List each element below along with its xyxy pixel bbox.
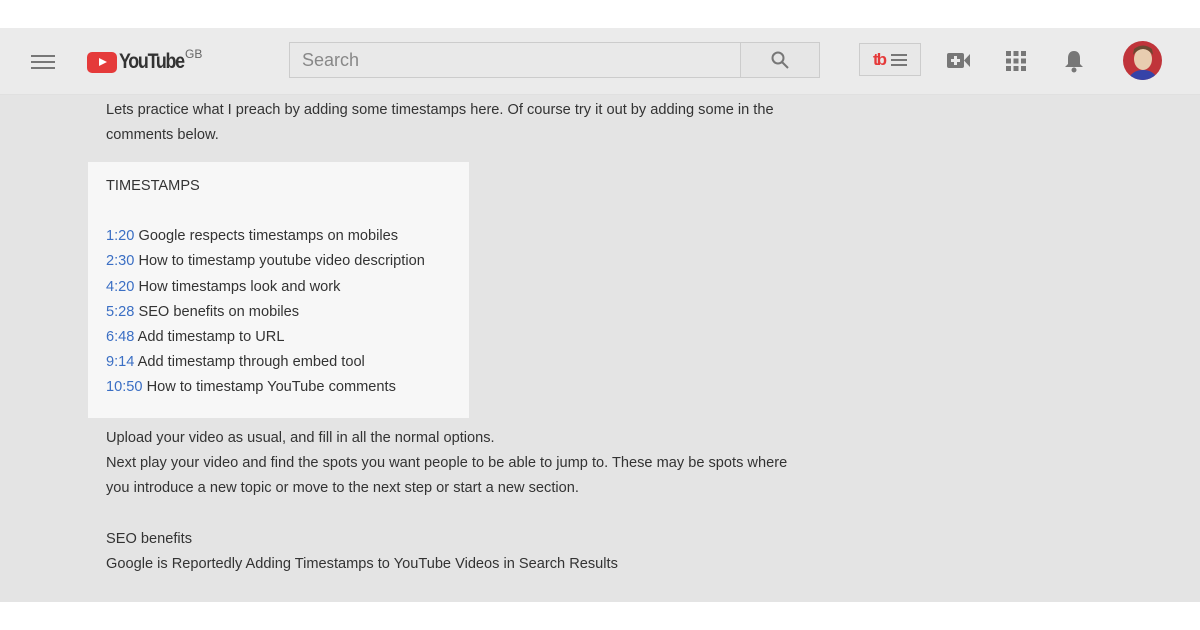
timestamp-item: 6:48 Add timestamp to URL xyxy=(106,325,425,350)
body-line-2: Next play your video and find the spots … xyxy=(106,455,788,471)
seo-heading: SEO benefits xyxy=(106,531,192,547)
timestamp-label: Add timestamp to URL xyxy=(137,329,285,346)
page-frame: YouTube GB Search tb Lets practice what … xyxy=(0,28,1200,602)
timestamp-link[interactable]: 2:30 xyxy=(106,253,134,269)
tubebuddy-icon: tb xyxy=(872,49,887,69)
search-input[interactable]: Search xyxy=(289,42,741,78)
timestamp-label: SEO benefits on mobiles xyxy=(138,303,300,320)
timestamp-link[interactable]: 9:14 xyxy=(106,354,134,370)
notifications-icon[interactable] xyxy=(1063,49,1085,73)
masthead: YouTube GB Search tb xyxy=(0,28,1200,95)
avatar-image xyxy=(1128,45,1158,80)
seo-text: Google is Reportedly Adding Timestamps t… xyxy=(106,556,618,572)
search-button[interactable] xyxy=(741,42,820,78)
timestamp-link[interactable]: 10:50 xyxy=(106,379,143,395)
body-line-3: you introduce a new topic or move to the… xyxy=(106,480,579,496)
logo-text: YouTube xyxy=(119,50,185,73)
apps-icon[interactable] xyxy=(1006,51,1026,71)
timestamps-heading: TIMESTAMPS xyxy=(106,178,200,194)
region-label: GB xyxy=(185,47,203,61)
timestamp-item: 2:30 How to timestamp youtube video desc… xyxy=(106,249,425,274)
timestamp-link[interactable]: 5:28 xyxy=(106,304,134,320)
intro-line-2: comments below. xyxy=(106,127,219,143)
timestamp-item: 1:20 Google respects timestamps on mobil… xyxy=(106,224,425,249)
tubebuddy-button[interactable]: tb xyxy=(859,43,921,76)
play-logo-icon xyxy=(87,51,117,73)
timestamp-link[interactable]: 6:48 xyxy=(106,329,134,345)
avatar[interactable] xyxy=(1123,41,1162,80)
timestamp-item: 4:20 How timestamps look and work xyxy=(106,275,425,300)
timestamp-label: How timestamps look and work xyxy=(138,278,341,295)
timestamps-box: TIMESTAMPS 1:20 Google respects timestam… xyxy=(88,162,469,418)
timestamp-label: Add timestamp through embed tool xyxy=(137,354,365,371)
timestamp-label: Google respects timestamps on mobiles xyxy=(138,228,399,245)
tubebuddy-menu-icon xyxy=(891,53,908,66)
youtube-logo[interactable]: YouTube GB xyxy=(87,47,202,74)
intro-line-1: Lets practice what I preach by adding so… xyxy=(106,102,774,118)
menu-icon[interactable] xyxy=(31,52,55,70)
create-video-icon[interactable] xyxy=(947,52,971,69)
timestamp-link[interactable]: 1:20 xyxy=(106,228,134,244)
timestamp-link[interactable]: 4:20 xyxy=(106,279,134,295)
timestamp-label: How to timestamp YouTube comments xyxy=(146,379,396,396)
timestamp-label: How to timestamp youtube video descripti… xyxy=(138,253,425,270)
body-line-1: Upload your video as usual, and fill in … xyxy=(106,430,495,446)
timestamp-item: 10:50 How to timestamp YouTube comments xyxy=(106,375,425,400)
timestamp-item: 5:28 SEO benefits on mobiles xyxy=(106,300,425,325)
timestamp-item: 9:14 Add timestamp through embed tool xyxy=(106,350,425,375)
search-icon xyxy=(771,51,789,69)
